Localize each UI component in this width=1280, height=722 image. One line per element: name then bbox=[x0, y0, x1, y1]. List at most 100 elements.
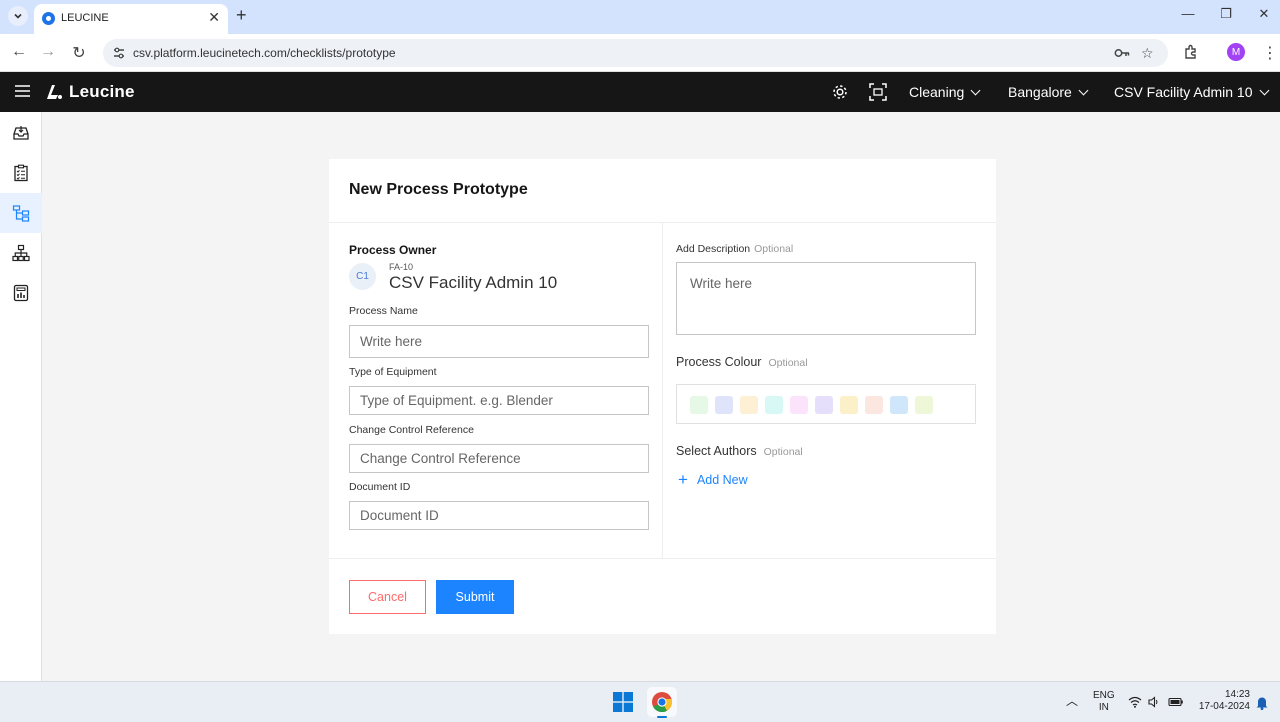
process-name-input[interactable] bbox=[349, 325, 649, 358]
nav-prototypes[interactable] bbox=[0, 193, 42, 233]
equipment-label: Type of Equipment bbox=[349, 366, 437, 378]
colour-swatch[interactable] bbox=[815, 396, 833, 414]
description-label: Add Description Optional bbox=[676, 243, 793, 255]
nav-checklists[interactable] bbox=[0, 153, 42, 193]
facility-label: Bangalore bbox=[1008, 84, 1072, 100]
url-text: csv.platform.leucinetech.com/checklists/… bbox=[133, 46, 396, 60]
divider-vertical bbox=[662, 223, 663, 558]
site-settings-icon[interactable] bbox=[112, 46, 126, 60]
app-header: Leucine Cleaning Bangalore CSV Facility … bbox=[0, 72, 1280, 112]
chevron-down-icon bbox=[1078, 85, 1089, 95]
colour-swatch[interactable] bbox=[840, 396, 858, 414]
change-control-input[interactable] bbox=[349, 444, 649, 473]
checklist-icon bbox=[14, 164, 28, 182]
colour-swatch[interactable] bbox=[740, 396, 758, 414]
clock[interactable]: 14:23 17-04-2024 bbox=[1194, 689, 1250, 713]
tab-search-button[interactable] bbox=[8, 6, 28, 26]
browser-toolbar: ← → ↻ csv.platform.leucinetech.com/check… bbox=[0, 34, 1280, 72]
os-taskbar: ︿ ENG IN 14:23 17-04-2024 bbox=[0, 681, 1280, 722]
password-key-icon[interactable] bbox=[1114, 47, 1130, 59]
reports-icon bbox=[13, 284, 29, 302]
browser-tab-bar: LEUCINE ✕ + — ❐ ✕ bbox=[0, 0, 1280, 34]
colour-swatch[interactable] bbox=[790, 396, 808, 414]
chevron-down-icon bbox=[1259, 85, 1269, 95]
wifi-icon[interactable] bbox=[1128, 696, 1142, 708]
restore-icon[interactable]: ❐ bbox=[1216, 6, 1236, 22]
equipment-input[interactable] bbox=[349, 386, 649, 415]
nav-reports[interactable] bbox=[0, 273, 42, 313]
colour-swatch[interactable] bbox=[890, 396, 908, 414]
leucine-favicon-icon bbox=[42, 12, 55, 25]
process-colour-label: Process Colour Optional bbox=[676, 355, 808, 369]
leucine-logo[interactable]: Leucine bbox=[44, 82, 135, 102]
colour-swatch[interactable] bbox=[690, 396, 708, 414]
profile-avatar[interactable]: M bbox=[1227, 43, 1245, 61]
active-app-indicator bbox=[657, 716, 667, 718]
submit-button[interactable]: Submit bbox=[436, 580, 514, 614]
add-new-label: Add New bbox=[696, 473, 748, 487]
page-title: New Process Prototype bbox=[349, 181, 528, 198]
nav-inbox[interactable] bbox=[0, 113, 42, 153]
forward-icon[interactable]: → bbox=[38, 43, 58, 61]
change-control-label: Change Control Reference bbox=[349, 424, 474, 436]
description-textarea[interactable] bbox=[676, 262, 976, 335]
close-tab-icon[interactable]: ✕ bbox=[208, 9, 220, 26]
chevron-down-icon bbox=[970, 85, 981, 95]
volume-icon[interactable] bbox=[1148, 696, 1160, 708]
clock-date: 17-04-2024 bbox=[1198, 701, 1250, 712]
chevron-down-icon bbox=[14, 13, 22, 19]
description-label-text: Add Description bbox=[676, 243, 751, 255]
process-name-label: Process Name bbox=[349, 305, 418, 317]
use-case-dropdown[interactable]: Cleaning bbox=[909, 84, 981, 100]
tab-title: LEUCINE bbox=[61, 12, 109, 24]
user-dropdown[interactable]: CSV Facility Admin 10 bbox=[1114, 84, 1269, 100]
browser-tab[interactable]: LEUCINE ✕ bbox=[34, 4, 228, 34]
cancel-button[interactable]: Cancel bbox=[349, 580, 426, 614]
logo-text: Leucine bbox=[69, 82, 135, 101]
colour-swatch[interactable] bbox=[915, 396, 933, 414]
browser-menu-icon[interactable]: ⋮ bbox=[1262, 43, 1278, 63]
hierarchy-icon bbox=[12, 244, 30, 262]
colour-swatch[interactable] bbox=[765, 396, 783, 414]
windows-start-icon[interactable] bbox=[613, 692, 633, 712]
select-authors-label-text: Select Authors bbox=[676, 444, 757, 458]
side-navigation bbox=[0, 112, 42, 681]
taskbar-chrome-button[interactable] bbox=[647, 687, 677, 718]
scan-icon[interactable] bbox=[869, 83, 887, 101]
nav-ontology[interactable] bbox=[0, 233, 42, 273]
colour-picker bbox=[676, 384, 976, 424]
back-icon[interactable]: ← bbox=[9, 43, 29, 61]
battery-icon[interactable] bbox=[1168, 696, 1184, 708]
show-hidden-icons-chevron-icon[interactable]: ︿ bbox=[1066, 695, 1078, 707]
chrome-icon bbox=[652, 692, 673, 713]
owner-name: CSV Facility Admin 10 bbox=[389, 273, 558, 292]
clock-time: 14:23 bbox=[1224, 689, 1250, 700]
settings-gear-icon[interactable] bbox=[831, 83, 849, 101]
extensions-icon[interactable] bbox=[1182, 43, 1200, 61]
process-flow-icon bbox=[12, 205, 30, 222]
colour-swatch[interactable] bbox=[715, 396, 733, 414]
facility-dropdown[interactable]: Bangalore bbox=[1008, 84, 1089, 100]
close-window-icon[interactable]: ✕ bbox=[1254, 6, 1274, 22]
lang-line2: IN bbox=[1098, 702, 1109, 713]
new-tab-icon[interactable]: + bbox=[236, 5, 247, 26]
hamburger-menu-icon[interactable] bbox=[15, 85, 30, 97]
user-label: CSV Facility Admin 10 bbox=[1114, 84, 1253, 100]
notification-bell-icon[interactable] bbox=[1255, 695, 1269, 710]
add-new-author-button[interactable]: + Add New bbox=[678, 470, 748, 489]
document-id-label: Document ID bbox=[349, 481, 411, 493]
lang-line1: ENG bbox=[1093, 690, 1115, 701]
minimize-icon[interactable]: — bbox=[1178, 6, 1198, 21]
process-owner-label: Process Owner bbox=[349, 243, 437, 257]
bookmark-star-icon[interactable]: ☆ bbox=[1141, 45, 1154, 62]
leucine-logo-icon bbox=[47, 85, 62, 99]
document-id-input[interactable] bbox=[349, 501, 649, 530]
reload-icon[interactable]: ↻ bbox=[69, 43, 89, 63]
address-bar[interactable]: csv.platform.leucinetech.com/checklists/… bbox=[103, 39, 1168, 67]
colour-swatch[interactable] bbox=[865, 396, 883, 414]
owner-avatar: C1 bbox=[349, 263, 376, 290]
language-indicator[interactable]: ENG IN bbox=[1093, 690, 1115, 714]
plus-icon: + bbox=[678, 470, 688, 489]
use-case-label: Cleaning bbox=[909, 84, 965, 100]
optional-tag: Optional bbox=[754, 243, 794, 255]
